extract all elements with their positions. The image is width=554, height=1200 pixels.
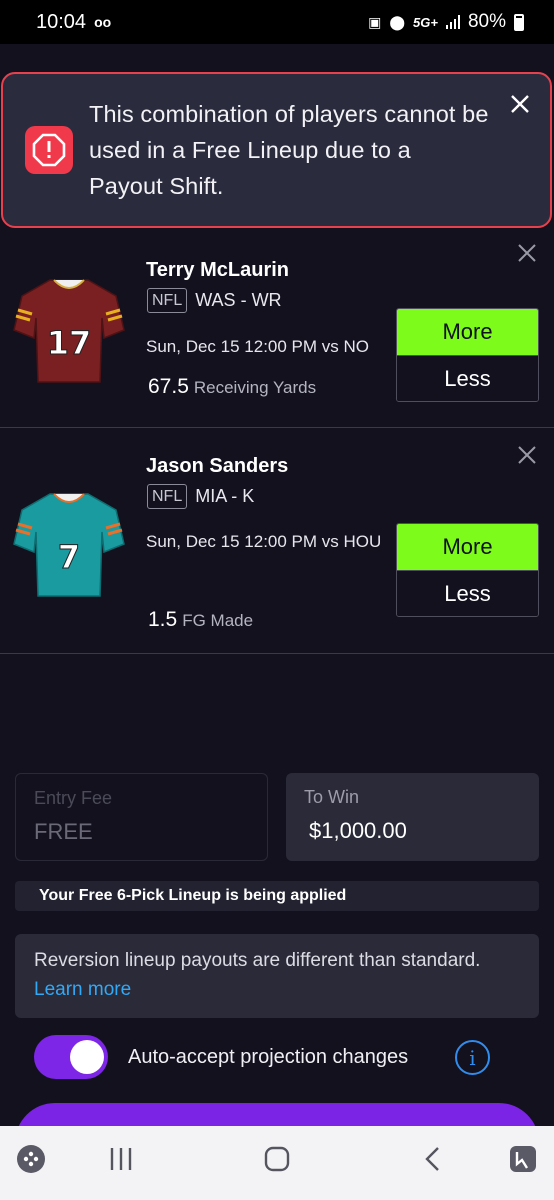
projection: 1.5 FG Made <box>148 608 253 632</box>
entry-fee-value: FREE <box>34 819 93 844</box>
remove-pick-icon[interactable] <box>516 444 538 466</box>
alert-message: This combination of players cannot be us… <box>89 101 489 199</box>
recent-apps-icon[interactable] <box>108 1146 134 1177</box>
league-badge: NFL <box>147 484 188 509</box>
league-badge: NFL <box>147 288 188 313</box>
jersey-number: 17 <box>47 324 92 362</box>
free-lineup-notice: Your Free 6-Pick Lineup is being applied <box>15 881 539 911</box>
status-time: 10:04 <box>36 10 87 33</box>
home-icon[interactable] <box>264 1146 290 1177</box>
game-launcher-icon[interactable] <box>16 1144 46 1179</box>
jersey-number: 7 <box>58 538 80 576</box>
more-less-selector: More Less <box>396 308 539 402</box>
accessibility-icon[interactable] <box>508 1144 538 1179</box>
to-win-value: $1,000.00 <box>309 818 407 843</box>
alert-close-icon[interactable] <box>508 92 532 116</box>
league-row: NFL MIA - K <box>147 484 254 509</box>
more-less-selector: More Less <box>396 523 539 617</box>
league-row: NFL WAS - WR <box>147 288 282 313</box>
voicemail-icon: oo <box>94 14 112 30</box>
team-position: MIA - K <box>195 486 255 506</box>
projection: 67.5 Receiving Yards <box>148 375 316 399</box>
pick-card: 7 Jason Sanders NFL MIA - K Sun, Dec 15 … <box>0 428 554 654</box>
less-button[interactable]: Less <box>397 355 538 401</box>
learn-more-link[interactable]: Learn more <box>34 979 131 1000</box>
projection-stat: Receiving Yards <box>193 378 317 397</box>
more-button[interactable]: More <box>397 524 538 570</box>
entry-fee-field[interactable]: Entry Fee FREE <box>15 773 268 861</box>
nfc-icon: ▣ <box>368 13 382 30</box>
game-info: Sun, Dec 15 12:00 PM vs NO <box>146 337 369 356</box>
jersey-icon: 17 <box>12 274 126 390</box>
projection-line: 1.5 <box>148 608 178 631</box>
player-name: Jason Sanders <box>146 455 289 477</box>
remove-pick-icon[interactable] <box>516 242 538 264</box>
info-icon[interactable]: i <box>455 1040 490 1075</box>
projection-line: 67.5 <box>148 375 189 398</box>
status-icons: ▣ ⬤ 5G+ 80% <box>368 11 524 33</box>
auto-accept-toggle[interactable] <box>34 1035 108 1079</box>
entry-fee-label: Entry Fee <box>34 788 113 808</box>
toggle-knob <box>70 1040 104 1074</box>
reversion-info-text: Reversion lineup payouts are different t… <box>34 950 481 971</box>
game-info: Sun, Dec 15 12:00 PM vs HOU <box>146 532 382 551</box>
android-nav-bar <box>0 1126 554 1200</box>
projection-stat: FG Made <box>182 611 254 630</box>
jersey-icon: 7 <box>12 488 126 604</box>
warning-icon <box>25 126 73 174</box>
battery-percent: 80% <box>467 11 506 32</box>
more-button[interactable]: More <box>397 309 538 355</box>
signal-icon <box>445 15 460 29</box>
auto-accept-label: Auto-accept projection changes <box>128 1045 409 1068</box>
team-position: WAS - WR <box>195 290 282 310</box>
to-win-label: To Win <box>304 787 360 807</box>
back-icon[interactable] <box>422 1146 444 1177</box>
reversion-info-box: Reversion lineup payouts are different t… <box>15 934 539 1018</box>
payout-shift-alert: This combination of players cannot be us… <box>1 72 552 228</box>
auto-accept-row: Auto-accept projection changes <box>34 1035 408 1079</box>
location-icon: ⬤ <box>389 13 406 30</box>
battery-icon <box>514 13 524 31</box>
pick-card: 17 Terry McLaurin NFL WAS - WR Sun, Dec … <box>0 230 554 428</box>
player-name: Terry McLaurin <box>146 259 289 281</box>
less-button[interactable]: Less <box>397 570 538 616</box>
network-label: 5G+ <box>413 14 438 30</box>
status-bar: 10:04 oo ▣ ⬤ 5G+ 80% <box>0 0 554 44</box>
to-win-field: To Win $1,000.00 <box>286 773 539 861</box>
